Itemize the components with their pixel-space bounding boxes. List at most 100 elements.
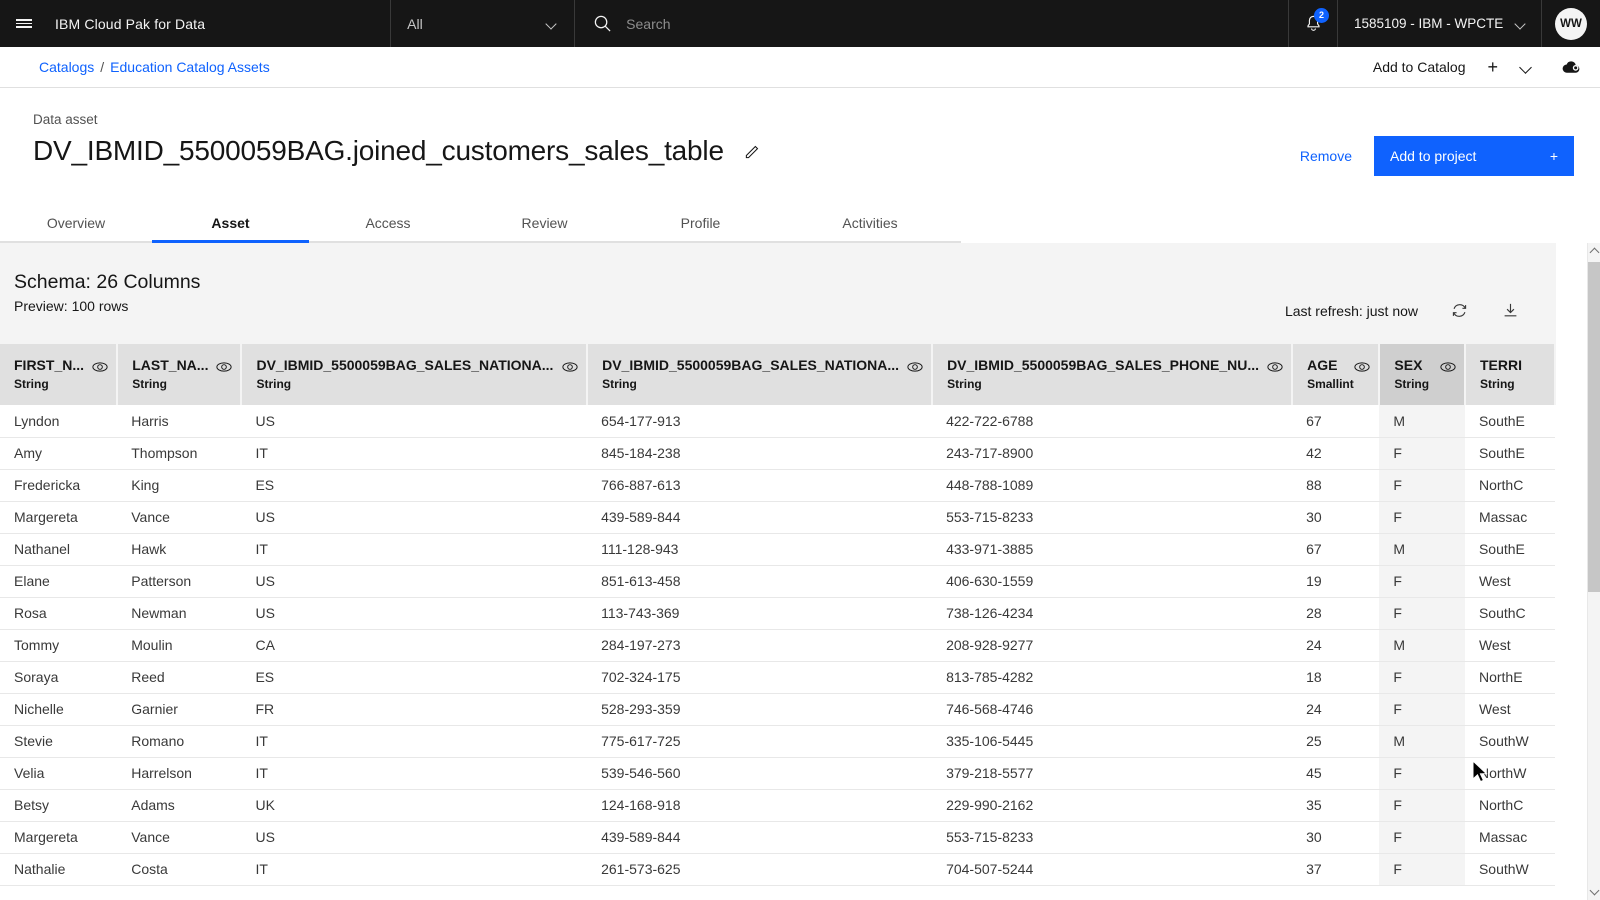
table-row[interactable]: Betsy Adams UK 124-168-918 229-990-2162 35 F No… <box>0 789 1555 822</box>
table-row[interactable]: Soraya Reed ES 702-324-175 813-785-4282 18 F No… <box>0 661 1555 694</box>
tab-label: Asset <box>211 214 250 231</box>
column-header-last-name[interactable]: LAST_NA... String <box>117 344 243 405</box>
table-cell: Elane <box>0 565 118 598</box>
add-to-catalog-button[interactable]: Add to Catalog + <box>1367 58 1504 76</box>
scroll-up-arrow-icon[interactable] <box>1588 243 1600 259</box>
breadcrumb-separator: / <box>100 59 105 75</box>
table-row[interactable]: Tommy Moulin CA 284-197-273 208-928-9277 24 M W… <box>0 629 1555 662</box>
table-cell: M <box>1379 533 1465 566</box>
table-cell: US <box>241 501 588 534</box>
table-cell: F <box>1379 469 1465 502</box>
breadcrumb-item-catalogs[interactable]: Catalogs <box>39 59 94 75</box>
tab-overview[interactable]: Overview <box>0 205 152 243</box>
table-cell: Vance <box>117 821 242 854</box>
table-row[interactable]: Velia Harrelson IT 539-546-560 379-218-5577 4… <box>0 757 1555 790</box>
eye-icon[interactable] <box>92 359 108 375</box>
table-row[interactable]: Lyndon Harris US 654-177-913 422-722-6788 67 M… <box>0 405 1555 438</box>
column-type: String <box>14 377 49 391</box>
search-scope-select[interactable]: All <box>390 0 576 47</box>
cloud-upload-icon[interactable] <box>1561 59 1582 76</box>
breadcrumb-item-education-catalog-assets[interactable]: Education Catalog Assets <box>110 59 270 75</box>
table-cell: 111-128-943 <box>587 533 933 566</box>
search-input[interactable]: Search <box>575 0 1289 47</box>
tab-profile[interactable]: Profile <box>622 205 779 243</box>
table-cell: NorthC <box>1464 789 1555 822</box>
avatar[interactable]: WW <box>1542 0 1600 47</box>
notifications-button[interactable]: 2 <box>1289 0 1337 47</box>
table-cell: 35 <box>1292 789 1380 822</box>
column-name: DV_IBMID_5500059BAG_SALES_NATIONA... <box>256 357 554 373</box>
tab-activities[interactable]: Activities <box>779 205 961 243</box>
table-cell: 746-568-4746 <box>932 693 1293 726</box>
table-cell: M <box>1379 405 1465 438</box>
table-cell: ES <box>241 469 588 502</box>
table-row[interactable]: Elane Patterson US 851-613-458 406-630-1559 1… <box>0 565 1555 598</box>
table-header-row: FIRST_N... String LAST_NA... String DV_I… <box>0 344 1556 405</box>
table-cell: 30 <box>1292 501 1380 534</box>
table-row[interactable]: Stevie Romano IT 775-617-725 335-106-5445 25 M… <box>0 725 1555 758</box>
table-cell: Costa <box>117 853 242 886</box>
table-cell: Garnier <box>117 693 242 726</box>
table-cell: Newman <box>117 597 242 630</box>
table-row[interactable]: Nathanel Hawk IT 111-128-943 433-971-3885 67 M… <box>0 533 1555 566</box>
table-row[interactable]: Margereta Vance US 439-589-844 553-715-8233 3… <box>0 821 1555 854</box>
tab-label: Access <box>365 215 411 231</box>
asset-schema-panel: Schema: 26 Columns Preview: 100 rows Las… <box>0 243 1556 900</box>
tab-review[interactable]: Review <box>467 205 622 243</box>
column-header-sex[interactable]: SEX String <box>1379 344 1466 405</box>
column-type: String <box>132 377 167 391</box>
refresh-icon[interactable] <box>1450 301 1469 320</box>
table-cell: NorthW <box>1464 757 1555 790</box>
table-row[interactable]: Nathalie Costa IT 261-573-625 704-507-5244 37… <box>0 853 1555 886</box>
table-cell: 813-785-4282 <box>932 661 1293 694</box>
eye-icon[interactable] <box>1267 359 1283 375</box>
column-type: String <box>602 377 637 391</box>
table-row[interactable]: Margereta Vance US 439-589-844 553-715-8233 3… <box>0 501 1555 534</box>
table-cell: SouthW <box>1464 853 1555 886</box>
table-cell: Massac <box>1464 821 1555 854</box>
column-header-nationality-1[interactable]: DV_IBMID_5500059BAG_SALES_NATIONA... Str… <box>241 344 589 405</box>
page-scrollbar[interactable] <box>1587 243 1600 900</box>
account-label: 1585109 - IBM - WPCTE <box>1354 16 1504 31</box>
search-placeholder: Search <box>626 15 671 32</box>
table-row[interactable]: Fredericka King ES 766-887-613 448-788-1089 8… <box>0 469 1555 502</box>
column-header-first-name[interactable]: FIRST_N... String <box>0 344 119 405</box>
remove-button[interactable]: Remove <box>1300 148 1352 164</box>
pencil-edit-icon[interactable] <box>744 143 761 160</box>
hamburger-menu-icon[interactable] <box>0 0 48 47</box>
table-row[interactable]: Rosa Newman US 113-743-369 738-126-4234 28 F So… <box>0 597 1555 630</box>
table-row[interactable]: Amy Thompson IT 845-184-238 243-717-8900 42 F S… <box>0 437 1555 470</box>
tab-access[interactable]: Access <box>309 205 467 243</box>
eye-icon[interactable] <box>216 359 233 375</box>
table-cell: Moulin <box>117 629 242 662</box>
add-to-project-button[interactable]: Add to project + <box>1374 136 1574 176</box>
table-cell: 113-743-369 <box>587 597 933 630</box>
eye-icon[interactable] <box>907 359 923 375</box>
column-header-age[interactable]: AGE Smallint <box>1292 344 1381 405</box>
table-cell: 439-589-844 <box>587 821 933 854</box>
eye-icon[interactable] <box>562 359 578 375</box>
scroll-down-arrow-icon[interactable] <box>1588 884 1600 900</box>
chevron-down-icon[interactable] <box>1520 61 1533 74</box>
schema-table-scroll[interactable]: FIRST_N... String LAST_NA... String DV_I… <box>0 344 1556 900</box>
tab-asset[interactable]: Asset <box>152 205 309 243</box>
column-header-nationality-2[interactable]: DV_IBMID_5500059BAG_SALES_NATIONA... Str… <box>587 344 934 405</box>
column-header-phone-number[interactable]: DV_IBMID_5500059BAG_SALES_PHONE_NU... St… <box>932 344 1294 405</box>
brand-title[interactable]: IBM Cloud Pak for Data <box>48 0 205 47</box>
table-cell: Rosa <box>0 597 118 630</box>
global-header: IBM Cloud Pak for Data All Search 2 1585… <box>0 0 1600 47</box>
download-icon[interactable] <box>1501 301 1520 320</box>
scrollbar-thumb[interactable] <box>1588 262 1600 592</box>
table-cell: 406-630-1559 <box>932 565 1293 598</box>
eye-icon[interactable] <box>1354 359 1371 375</box>
table-row[interactable]: Nichelle Garnier FR 528-293-359 746-568-4746… <box>0 693 1555 726</box>
chevron-down-icon <box>1515 18 1527 30</box>
table-cell: 19 <box>1292 565 1380 598</box>
search-scope-label: All <box>407 15 423 32</box>
table-cell: West <box>1464 629 1555 662</box>
eye-icon[interactable] <box>1440 359 1456 375</box>
account-select[interactable]: 1585109 - IBM - WPCTE <box>1337 0 1542 47</box>
column-header-territory[interactable]: TERRI String <box>1464 344 1556 405</box>
table-cell: Harris <box>117 405 242 438</box>
schema-table: FIRST_N... String LAST_NA... String DV_I… <box>0 344 1556 886</box>
